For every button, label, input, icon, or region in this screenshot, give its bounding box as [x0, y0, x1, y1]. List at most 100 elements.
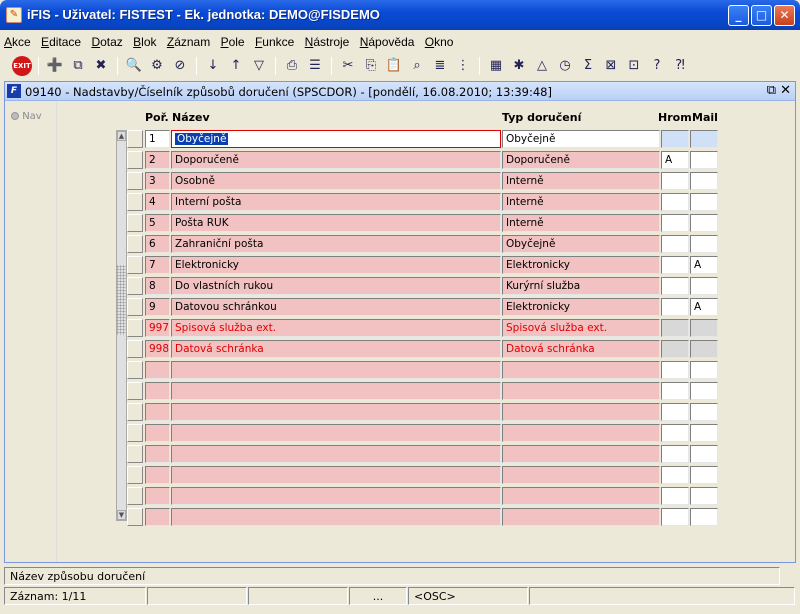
excel-icon[interactable]: ⊠ — [601, 56, 621, 76]
cell-poradi[interactable]: 8 — [145, 277, 170, 295]
tools-icon[interactable]: ✱ — [509, 56, 529, 76]
print-preview-icon[interactable]: ☰ — [305, 56, 325, 76]
record-selector[interactable] — [127, 466, 143, 484]
table-row[interactable]: 2 Doporučeně Doporučeně A — [0, 151, 800, 169]
cell-hrom-checkbox[interactable] — [661, 403, 689, 421]
cut-icon[interactable]: ✂ — [338, 56, 358, 76]
cell-poradi[interactable] — [145, 403, 170, 421]
table-row[interactable] — [0, 487, 800, 505]
menu-funkce[interactable]: Funkce — [255, 32, 294, 49]
cell-typ-doruceni[interactable]: Interně — [502, 172, 660, 190]
record-selector[interactable] — [127, 424, 143, 442]
cell-nazev[interactable]: Osobně — [171, 172, 501, 190]
cell-nazev[interactable] — [171, 487, 501, 505]
cell-nazev[interactable]: Do vlastních rukou — [171, 277, 501, 295]
cell-poradi[interactable]: 4 — [145, 193, 170, 211]
cell-nazev[interactable] — [171, 361, 501, 379]
cell-hrom-checkbox[interactable]: A — [661, 151, 689, 169]
menu-pole[interactable]: Pole — [221, 32, 245, 49]
cell-typ-doruceni[interactable] — [502, 445, 660, 463]
cell-mail-checkbox[interactable] — [690, 403, 718, 421]
cell-mail-checkbox[interactable] — [690, 424, 718, 442]
cell-poradi[interactable]: 7 — [145, 256, 170, 274]
menu-zaznam[interactable]: Záznam — [167, 32, 210, 49]
cell-mail-checkbox[interactable] — [690, 151, 718, 169]
cell-hrom-checkbox[interactable] — [661, 508, 689, 526]
help-icon[interactable]: ? — [647, 56, 667, 76]
sum-icon[interactable]: Σ — [578, 56, 598, 76]
table-row[interactable] — [0, 466, 800, 484]
cell-mail-checkbox[interactable] — [690, 235, 718, 253]
clock-icon[interactable]: ◷ — [555, 56, 575, 76]
table-row[interactable]: 3 Osobně Interně — [0, 172, 800, 190]
cell-mail-checkbox[interactable]: A — [690, 256, 718, 274]
cell-mail-checkbox[interactable] — [690, 172, 718, 190]
cell-nazev[interactable] — [171, 508, 501, 526]
table-row[interactable] — [0, 382, 800, 400]
cell-nazev[interactable]: Obyčejně — [171, 130, 501, 148]
cell-mail-checkbox[interactable] — [690, 319, 718, 337]
cell-typ-doruceni[interactable]: Datová schránka — [502, 340, 660, 358]
cell-poradi[interactable]: 997 — [145, 319, 170, 337]
cell-nazev[interactable]: Spisová služba ext. — [171, 319, 501, 337]
cell-nazev[interactable]: Elektronicky — [171, 256, 501, 274]
cell-hrom-checkbox[interactable] — [661, 424, 689, 442]
execute-query-icon[interactable]: ⚙ — [147, 56, 167, 76]
cell-hrom-checkbox[interactable] — [661, 298, 689, 316]
cell-nazev[interactable]: Doporučeně — [171, 151, 501, 169]
cancel-query-icon[interactable]: ⊘ — [170, 56, 190, 76]
cell-hrom-checkbox[interactable] — [661, 256, 689, 274]
record-selector[interactable] — [127, 487, 143, 505]
table-row[interactable] — [0, 361, 800, 379]
cell-nazev[interactable]: Datovou schránkou — [171, 298, 501, 316]
cell-typ-doruceni[interactable] — [502, 508, 660, 526]
cell-typ-doruceni[interactable] — [502, 487, 660, 505]
menu-nastroje[interactable]: Nástroje — [305, 32, 350, 49]
record-selector[interactable] — [127, 382, 143, 400]
cell-typ-doruceni[interactable]: Elektronicky — [502, 256, 660, 274]
cell-typ-doruceni[interactable] — [502, 382, 660, 400]
record-selector[interactable] — [127, 172, 143, 190]
cell-typ-doruceni[interactable] — [502, 424, 660, 442]
cell-poradi[interactable] — [145, 466, 170, 484]
table-row[interactable] — [0, 508, 800, 526]
cell-hrom-checkbox[interactable] — [661, 445, 689, 463]
cell-poradi[interactable] — [145, 508, 170, 526]
record-selector[interactable] — [127, 340, 143, 358]
cell-mail-checkbox[interactable] — [690, 130, 718, 148]
export-icon[interactable]: ⊡ — [624, 56, 644, 76]
menu-blok[interactable]: Blok — [133, 32, 156, 49]
cell-hrom-checkbox[interactable] — [661, 340, 689, 358]
cell-typ-doruceni[interactable]: Doporučeně — [502, 151, 660, 169]
cell-hrom-checkbox[interactable] — [661, 214, 689, 232]
record-selector[interactable] — [127, 193, 143, 211]
cell-nazev[interactable] — [171, 424, 501, 442]
cell-mail-checkbox[interactable] — [690, 487, 718, 505]
enter-query-icon[interactable]: 🔍 — [124, 56, 144, 76]
cell-poradi[interactable] — [145, 445, 170, 463]
table-row[interactable]: 997 Spisová služba ext. Spisová služba ext… — [0, 319, 800, 337]
copy-icon[interactable]: ⎘ — [361, 56, 381, 76]
cell-mail-checkbox[interactable] — [690, 382, 718, 400]
cell-typ-doruceni[interactable] — [502, 466, 660, 484]
cell-hrom-checkbox[interactable] — [661, 319, 689, 337]
cell-mail-checkbox[interactable] — [690, 508, 718, 526]
sort-asc-icon[interactable]: ↓ — [203, 56, 223, 76]
exit-icon[interactable]: EXIT — [12, 56, 32, 76]
record-selector[interactable] — [127, 361, 143, 379]
minimize-button[interactable]: _ — [728, 5, 749, 26]
record-selector[interactable] — [127, 445, 143, 463]
cell-hrom-checkbox[interactable] — [661, 466, 689, 484]
cell-mail-checkbox[interactable] — [690, 277, 718, 295]
menu-dotaz[interactable]: Dotaz — [91, 32, 122, 49]
menu-akce[interactable]: Akce — [4, 32, 31, 49]
record-selector[interactable] — [127, 130, 143, 148]
context-help-icon[interactable]: ⁈ — [670, 56, 690, 76]
print-icon[interactable]: ⎙ — [282, 56, 302, 76]
cell-poradi[interactable]: 1 — [145, 130, 170, 148]
cell-hrom-checkbox[interactable] — [661, 130, 689, 148]
table-row[interactable] — [0, 445, 800, 463]
cell-poradi[interactable]: 6 — [145, 235, 170, 253]
cell-poradi[interactable] — [145, 382, 170, 400]
cell-mail-checkbox[interactable] — [690, 361, 718, 379]
